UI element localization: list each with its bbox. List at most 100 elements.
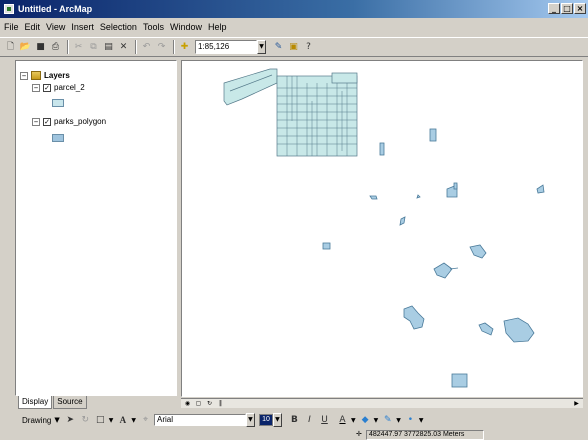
undo-icon[interactable]: ↶ bbox=[140, 41, 153, 54]
window-controls: _ □ × bbox=[548, 3, 586, 14]
layer-visibility-checkbox[interactable]: ✓ bbox=[43, 117, 51, 126]
toc-root-row[interactable]: − Layers bbox=[20, 71, 70, 80]
collapse-toggle[interactable]: − bbox=[32, 117, 40, 126]
fill-color-dropdown-arrow[interactable]: ▼ bbox=[374, 417, 379, 424]
coordinate-readout: 482447.97 3772825.03 Meters bbox=[366, 430, 484, 440]
new-text-icon[interactable]: A bbox=[116, 414, 129, 427]
line-color-dropdown-arrow[interactable]: ▼ bbox=[396, 417, 401, 424]
underline-button[interactable]: U bbox=[318, 414, 331, 427]
arccatalog-icon[interactable]: ▣ bbox=[287, 41, 300, 54]
whats-this-icon[interactable]: ? bbox=[302, 41, 315, 54]
menu-selection[interactable]: Selection bbox=[100, 22, 137, 32]
text-dropdown-arrow[interactable]: ▼ bbox=[131, 417, 136, 424]
collapse-toggle[interactable]: − bbox=[32, 83, 40, 92]
park-polygon bbox=[379, 142, 385, 156]
minimize-button[interactable]: _ bbox=[548, 3, 560, 14]
scroll-right-arrow[interactable]: ▶ bbox=[572, 400, 581, 408]
toolbar-separator bbox=[173, 40, 175, 54]
park-polygon bbox=[469, 244, 487, 259]
layout-view-button[interactable]: ▢ bbox=[194, 400, 203, 408]
map-horizontal-scrollbar[interactable]: ◉ ▢ ↻ ‖ ▶ bbox=[181, 398, 583, 408]
copy-icon[interactable]: ⧉ bbox=[87, 41, 100, 54]
status-bar: ✛ 482447.97 3772825.03 Meters bbox=[0, 430, 588, 440]
open-icon[interactable]: 📂 bbox=[19, 41, 32, 54]
park-polygon bbox=[536, 184, 545, 194]
font-color-icon[interactable]: A bbox=[336, 414, 349, 427]
toolbar-separator bbox=[67, 40, 69, 54]
tab-source[interactable]: Source bbox=[53, 396, 87, 409]
close-button[interactable]: × bbox=[574, 3, 586, 14]
fill-color-icon[interactable]: ◆ bbox=[359, 414, 372, 427]
park-polygon bbox=[399, 216, 406, 226]
menu-help[interactable]: Help bbox=[208, 22, 227, 32]
layer-symbol-swatch[interactable] bbox=[52, 99, 64, 107]
size-dropdown-arrow[interactable]: ▼ bbox=[272, 413, 282, 427]
paste-icon[interactable]: ▤ bbox=[102, 41, 115, 54]
maximize-button[interactable]: □ bbox=[561, 3, 573, 14]
toolbar-separator bbox=[135, 40, 137, 54]
refresh-icon[interactable]: ↻ bbox=[205, 400, 214, 408]
scale-dropdown-arrow[interactable]: ▼ bbox=[257, 40, 266, 54]
italic-button[interactable]: I bbox=[303, 414, 316, 427]
map-display[interactable] bbox=[181, 60, 583, 397]
drawing-toolbar: Drawing ▼ ➤ ↻ □ ▼ A ▼ ⌖ Arial ▼ 10 ▼ B I… bbox=[0, 412, 588, 428]
title-bar: Untitled - ArcMap _ □ × bbox=[0, 0, 588, 18]
layer-symbol-row bbox=[52, 134, 64, 142]
layers-root-label: Layers bbox=[44, 71, 70, 80]
layer-symbol-row bbox=[52, 99, 64, 107]
menu-view[interactable]: View bbox=[46, 22, 65, 32]
print-icon[interactable]: ⎙ bbox=[49, 41, 62, 54]
window-title: Untitled - ArcMap bbox=[18, 4, 93, 14]
menu-tools[interactable]: Tools bbox=[143, 22, 164, 32]
table-of-contents: − Layers − ✓ parcel_2 − ✓ parks_polygon bbox=[15, 60, 177, 396]
park-polygon bbox=[429, 128, 437, 142]
line-color-icon[interactable]: ✎ bbox=[381, 414, 394, 427]
park-polygon bbox=[369, 195, 378, 200]
menu-edit[interactable]: Edit bbox=[25, 22, 41, 32]
tab-display[interactable]: Display bbox=[18, 396, 53, 409]
marker-color-dropdown-arrow[interactable]: ▼ bbox=[419, 417, 424, 424]
parcel-layer bbox=[223, 68, 358, 157]
edit-vertices-icon[interactable]: ⌖ bbox=[139, 414, 152, 427]
parks-layer bbox=[322, 128, 545, 388]
park-polygon bbox=[478, 322, 494, 336]
add-data-icon[interactable]: ✚ bbox=[178, 41, 191, 54]
menu-file[interactable]: File bbox=[4, 22, 19, 32]
shape-dropdown-arrow[interactable]: ▼ bbox=[109, 417, 114, 424]
layer-symbol-swatch[interactable] bbox=[52, 134, 64, 142]
new-icon[interactable]: 🗋 bbox=[4, 41, 17, 54]
layers-icon bbox=[31, 71, 41, 80]
save-icon[interactable]: ■ bbox=[34, 41, 47, 54]
bold-button[interactable]: B bbox=[288, 414, 301, 427]
layer-visibility-checkbox[interactable]: ✓ bbox=[43, 83, 51, 92]
toc-layer-row[interactable]: − ✓ parks_polygon bbox=[32, 117, 106, 126]
toc-dock-handle bbox=[0, 60, 15, 396]
marker-color-icon[interactable]: • bbox=[404, 414, 417, 427]
pause-draw-icon[interactable]: ‖ bbox=[216, 400, 225, 408]
map-canvas[interactable] bbox=[182, 61, 582, 396]
standard-toolbar: 🗋 📂 ■ ⎙ ✂ ⧉ ▤ ✕ ↶ ↷ ✚ 1:85,126 ▼ ✎ ▣ ? bbox=[0, 37, 588, 57]
menu-insert[interactable]: Insert bbox=[71, 22, 94, 32]
map-scale-input[interactable]: 1:85,126 bbox=[195, 40, 257, 54]
font-name-input[interactable]: Arial bbox=[153, 414, 246, 426]
drawing-dropdown-arrow[interactable]: ▼ bbox=[54, 416, 59, 424]
park-polygon bbox=[416, 194, 421, 199]
redo-icon[interactable]: ↷ bbox=[155, 41, 168, 54]
rectangle-icon[interactable]: □ bbox=[94, 414, 107, 427]
data-view-button[interactable]: ◉ bbox=[183, 400, 192, 408]
rotate-icon[interactable]: ↻ bbox=[79, 414, 92, 427]
toc-tabs: Display Source bbox=[18, 396, 88, 409]
select-elements-icon[interactable]: ➤ bbox=[64, 414, 77, 427]
cut-icon[interactable]: ✂ bbox=[72, 41, 85, 54]
font-color-dropdown-arrow[interactable]: ▼ bbox=[351, 417, 356, 424]
layer-name: parks_polygon bbox=[54, 117, 107, 126]
delete-icon[interactable]: ✕ bbox=[117, 41, 130, 54]
drawing-menu[interactable]: Drawing bbox=[22, 416, 51, 425]
editor-toolbar-icon[interactable]: ✎ bbox=[272, 41, 285, 54]
menu-window[interactable]: Window bbox=[170, 22, 202, 32]
font-size-input[interactable]: 10 bbox=[258, 414, 273, 426]
toc-layer-row[interactable]: − ✓ parcel_2 bbox=[32, 83, 85, 92]
font-dropdown-arrow[interactable]: ▼ bbox=[245, 413, 255, 427]
park-polygon bbox=[322, 242, 331, 250]
collapse-toggle[interactable]: − bbox=[20, 71, 28, 80]
